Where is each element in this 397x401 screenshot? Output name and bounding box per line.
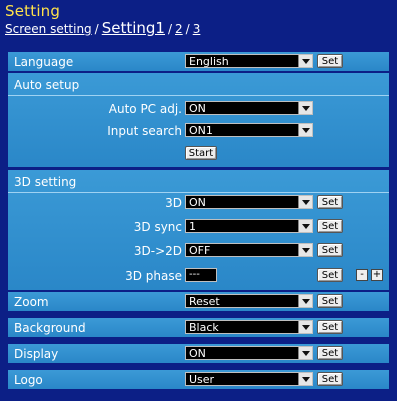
language-select[interactable]: English <box>185 54 313 68</box>
language-row: Language English Set <box>8 52 389 71</box>
logo-row: Logo User Set <box>8 370 389 389</box>
chevron-down-icon[interactable] <box>298 102 312 114</box>
input-search-value: ON1 <box>189 124 213 137</box>
3d-to-2d-value: OFF <box>189 244 211 257</box>
input-search-select[interactable]: ON1 <box>185 123 313 137</box>
3d-sync-select[interactable]: 1 <box>185 219 313 233</box>
3d-to-2d-label: 3D->2D <box>133 244 182 258</box>
breadcrumb: Screen setting / Setting1/2/3 <box>5 19 200 37</box>
auto-pc-adj-label: Auto PC adj. <box>108 102 182 116</box>
chevron-down-icon[interactable] <box>298 347 312 359</box>
breadcrumb-current-page: Setting1 <box>101 19 165 37</box>
3d-sync-value: 1 <box>189 220 196 233</box>
breadcrumb-separator: / <box>185 22 190 36</box>
3d-sync-set-button[interactable]: Set <box>317 219 343 233</box>
3d-to-2d-select[interactable]: OFF <box>185 243 313 257</box>
chevron-down-icon[interactable] <box>298 55 312 67</box>
3d-label: 3D <box>165 196 182 210</box>
3d-setting-section: 3D setting 3D ON Set 3D sync 1 Set 3D->2… <box>8 170 389 290</box>
start-button[interactable]: Start <box>185 146 217 160</box>
zoom-label: Zoom <box>14 295 49 309</box>
chevron-down-icon[interactable] <box>298 244 312 256</box>
zoom-value: Reset <box>189 295 220 308</box>
breadcrumb-separator: / <box>94 22 99 36</box>
breadcrumb-separator: / <box>167 22 173 36</box>
3d-phase-set-button[interactable]: Set <box>317 268 343 282</box>
3d-phase-plus-button[interactable]: + <box>371 269 383 281</box>
background-select[interactable]: Black <box>185 320 313 334</box>
3d-phase-field[interactable]: --- <box>185 268 217 282</box>
breadcrumb-screen-setting-link[interactable]: Screen setting <box>5 22 92 36</box>
background-row: Background Black Set <box>8 318 389 337</box>
language-set-button[interactable]: Set <box>317 54 343 68</box>
page-title: Setting <box>5 2 61 20</box>
language-select-value: English <box>189 55 229 68</box>
auto-setup-section: Auto setup Auto PC adj. ON Input search … <box>8 73 389 167</box>
breadcrumb-page-3-link[interactable]: 3 <box>193 22 201 36</box>
3d-to-2d-set-button[interactable]: Set <box>317 243 343 257</box>
chevron-down-icon[interactable] <box>298 295 312 307</box>
language-label: Language <box>14 55 74 69</box>
3d-sync-label: 3D sync <box>133 220 182 234</box>
background-label: Background <box>14 321 86 335</box>
background-value: Black <box>189 321 219 334</box>
background-set-button[interactable]: Set <box>317 320 343 334</box>
3d-set-button[interactable]: Set <box>317 195 343 209</box>
chevron-down-icon[interactable] <box>298 373 312 385</box>
3d-phase-label: 3D phase <box>125 269 182 283</box>
display-label: Display <box>14 347 59 361</box>
zoom-select[interactable]: Reset <box>185 294 313 308</box>
breadcrumb-page-2-link[interactable]: 2 <box>175 22 183 36</box>
chevron-down-icon[interactable] <box>298 220 312 232</box>
3d-phase-minus-button[interactable]: - <box>356 269 368 281</box>
logo-set-button[interactable]: Set <box>317 372 343 386</box>
3d-select[interactable]: ON <box>185 195 313 209</box>
display-value: ON <box>189 347 206 360</box>
auto-pc-adj-value: ON <box>189 102 206 115</box>
input-search-label: Input search <box>107 124 182 138</box>
logo-value: User <box>189 373 215 386</box>
zoom-row: Zoom Reset Set <box>8 292 389 311</box>
3d-value: ON <box>189 196 206 209</box>
auto-pc-adj-select[interactable]: ON <box>185 101 313 115</box>
logo-label: Logo <box>14 373 43 387</box>
chevron-down-icon[interactable] <box>298 124 312 136</box>
display-select[interactable]: ON <box>185 346 313 360</box>
display-row: Display ON Set <box>8 344 389 363</box>
auto-setup-header: Auto setup <box>14 78 80 92</box>
3d-setting-header: 3D setting <box>14 175 77 189</box>
display-set-button[interactable]: Set <box>317 346 343 360</box>
chevron-down-icon[interactable] <box>298 196 312 208</box>
logo-select[interactable]: User <box>185 372 313 386</box>
zoom-set-button[interactable]: Set <box>317 294 343 308</box>
chevron-down-icon[interactable] <box>298 321 312 333</box>
divider <box>8 192 389 193</box>
divider <box>8 95 389 96</box>
